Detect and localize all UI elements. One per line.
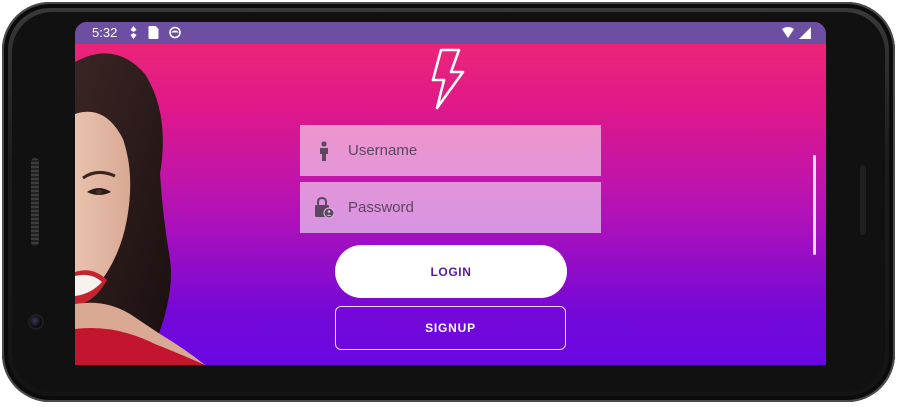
status-time: 5:32 [92,25,118,40]
signup-button[interactable]: SIGNUP [335,306,566,350]
username-input[interactable] [348,142,578,159]
location-icon [130,26,137,39]
status-right-icons [782,27,811,39]
front-camera [30,316,42,328]
speaker-grille [31,158,39,246]
side-sensor [860,165,866,235]
cell-signal-icon [799,27,811,39]
password-field[interactable] [300,182,601,233]
scrollbar[interactable] [813,155,816,255]
woman-photo [75,53,205,365]
sync-icon [169,26,181,39]
lightning-bolt-icon [431,48,465,110]
lock-icon [300,182,348,233]
password-input[interactable] [348,199,578,216]
username-field[interactable] [300,125,601,176]
app-screen: 5:32 Username LOGIN SIGNUP [75,22,826,365]
login-button[interactable]: LOGIN [335,245,567,298]
wifi-icon [782,27,794,38]
person-icon [300,125,348,176]
status-bar: 5:32 [75,22,826,44]
sim-card-icon [148,26,159,39]
